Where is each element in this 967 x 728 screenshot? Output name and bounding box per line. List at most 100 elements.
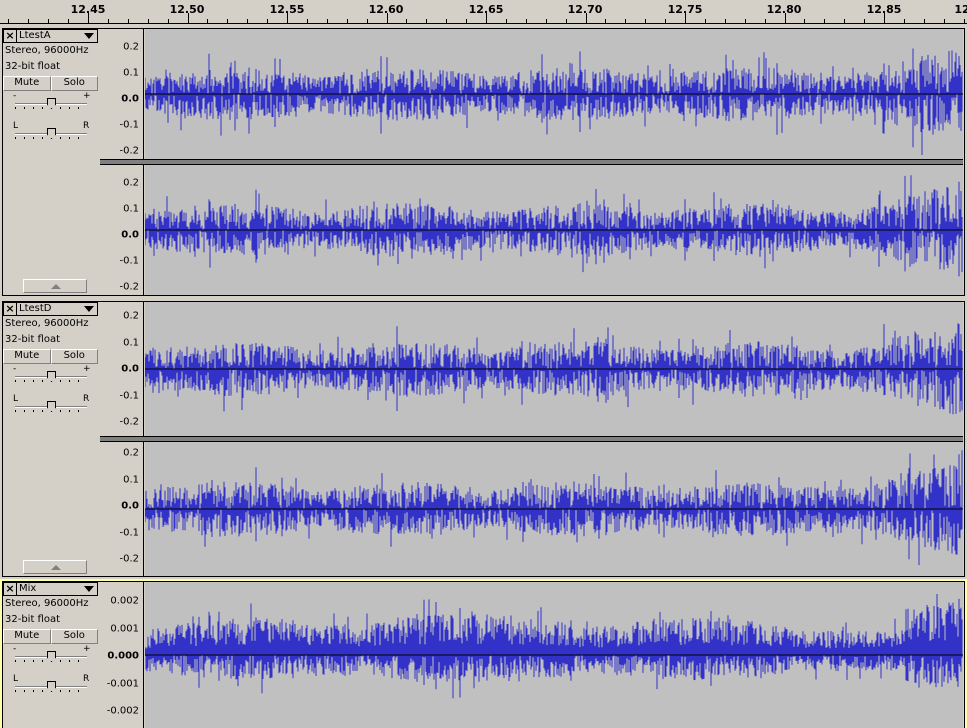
- pan-left-label: L: [13, 674, 19, 684]
- ruler-tick: [247, 19, 248, 23]
- pan-slider[interactable]: L R: [3, 121, 98, 151]
- mute-button[interactable]: Mute: [3, 76, 51, 91]
- solo-button[interactable]: Solo: [50, 349, 98, 364]
- waveform-left-channel[interactable]: [145, 29, 963, 159]
- chevron-down-icon: [84, 33, 94, 39]
- ruler-tick: [546, 19, 547, 23]
- ruler-tick: [347, 19, 348, 23]
- waveform-mix-channel[interactable]: [145, 582, 963, 728]
- scale-label: 0.000: [107, 650, 139, 662]
- ruler-tick: [307, 19, 308, 23]
- scale-label: -0.001: [106, 678, 139, 690]
- ruler-tick: [367, 19, 368, 23]
- close-icon[interactable]: ×: [3, 582, 17, 596]
- gain-min-label: -: [13, 91, 17, 101]
- ruler-tick: [68, 19, 69, 23]
- amplitude-scale: 0.002 0.001 0.000 -0.001 -0.002: [100, 582, 144, 728]
- collapse-up-icon[interactable]: [23, 279, 87, 293]
- scale-label: 0.1: [123, 474, 139, 486]
- gain-slider[interactable]: - +: [3, 644, 98, 674]
- scale-label: 0.2: [123, 447, 139, 459]
- timeline-ruler[interactable]: 12.45 12.50 12.55 12.60 12.65 12.70 12.7…: [0, 0, 967, 24]
- track-control-panel: × LtestA Stereo, 96000Hz 32-bit float Mu…: [3, 29, 98, 295]
- pan-right-label: R: [83, 674, 90, 684]
- ruler-tick: [725, 19, 726, 23]
- track-name: LtestD: [19, 303, 52, 314]
- scale-label: 0.1: [123, 337, 139, 349]
- chevron-down-icon: [84, 586, 94, 592]
- ruler-tick-label: 12.80: [766, 3, 802, 16]
- amplitude-scale: 0.2 0.1 0.0 -0.1 -0.2: [100, 165, 144, 295]
- ruler-tick: [526, 19, 527, 23]
- mute-button[interactable]: Mute: [3, 629, 51, 644]
- waveform-path: [145, 48, 963, 155]
- pan-slider[interactable]: L R: [3, 674, 98, 704]
- ruler-tick-label: 12: [954, 3, 967, 16]
- waveform-graphic: [145, 594, 963, 699]
- track-bit-depth: 32-bit float: [5, 334, 61, 345]
- scale-label: 0.001: [110, 623, 139, 635]
- scale-label: 0.0: [121, 363, 139, 375]
- ruler-tick: [605, 19, 606, 23]
- gain-min-label: -: [13, 644, 17, 654]
- track-control-panel: × Mix Stereo, 96000Hz 32-bit float Mute …: [3, 582, 98, 728]
- gain-min-label: -: [13, 364, 17, 374]
- close-icon[interactable]: ×: [3, 29, 17, 43]
- ruler-tick: [844, 19, 845, 23]
- waveform-graphic: [145, 323, 963, 415]
- scale-label: -0.1: [119, 255, 139, 267]
- solo-button[interactable]: Solo: [50, 76, 98, 91]
- track-format: Stereo, 96000Hz: [5, 45, 89, 56]
- track-format: Stereo, 96000Hz: [5, 318, 89, 329]
- mute-button[interactable]: Mute: [3, 349, 51, 364]
- ruler-tick: [88, 13, 89, 23]
- track-format: Stereo, 96000Hz: [5, 598, 89, 609]
- waveform-path: [145, 175, 963, 277]
- waveform-graphic: [145, 450, 963, 566]
- audio-track-mix[interactable]: × Mix Stereo, 96000Hz 32-bit float Mute …: [0, 579, 967, 728]
- scale-label: 0.2: [123, 177, 139, 189]
- track-menu-button[interactable]: Mix: [17, 582, 98, 596]
- ruler-tick: [466, 19, 467, 23]
- scale-label: -0.002: [106, 705, 139, 717]
- scale-label: 0.002: [110, 595, 139, 607]
- waveform-right-channel[interactable]: [145, 165, 963, 295]
- ruler-tick: [625, 19, 626, 23]
- track-name: Mix: [19, 583, 37, 594]
- gain-slider[interactable]: - +: [3, 91, 98, 121]
- ruler-tick: [207, 19, 208, 23]
- scale-label: 0.1: [123, 203, 139, 215]
- audio-track-ltesta[interactable]: × LtestA Stereo, 96000Hz 32-bit float Mu…: [0, 26, 967, 298]
- pan-left-label: L: [13, 121, 19, 131]
- waveform-graphic: [145, 48, 963, 155]
- waveform-left-channel[interactable]: [145, 302, 963, 436]
- scale-label: -0.1: [119, 390, 139, 402]
- amplitude-scale: 0.2 0.1 0.0 -0.1 -0.2: [100, 302, 144, 436]
- solo-button[interactable]: Solo: [50, 629, 98, 644]
- ruler-tick: [785, 13, 786, 23]
- collapse-up-icon[interactable]: [23, 560, 87, 574]
- ruler-tick: [904, 19, 905, 23]
- scale-label: 0.0: [121, 93, 139, 105]
- scale-label: 0.2: [123, 41, 139, 53]
- track-menu-button[interactable]: LtestD: [17, 302, 98, 316]
- ruler-tick: [765, 19, 766, 23]
- close-icon[interactable]: ×: [3, 302, 17, 316]
- scale-label: -0.2: [119, 145, 139, 157]
- ruler-tick: [685, 13, 686, 23]
- ruler-tick: [48, 19, 49, 23]
- waveform-right-channel[interactable]: [145, 442, 963, 576]
- ruler-tick: [864, 19, 865, 23]
- pan-right-label: R: [83, 394, 90, 404]
- ruler-tick: [745, 19, 746, 23]
- gain-slider[interactable]: - +: [3, 364, 98, 394]
- ruler-tick: [486, 13, 487, 23]
- waveform-path: [145, 450, 963, 566]
- scale-label: -0.1: [119, 119, 139, 131]
- audio-track-ltestd[interactable]: × LtestD Stereo, 96000Hz 32-bit float Mu…: [0, 299, 967, 579]
- gain-max-label: +: [83, 644, 91, 654]
- pan-slider[interactable]: L R: [3, 394, 98, 424]
- waveform-graphic: [145, 175, 963, 277]
- track-menu-button[interactable]: LtestA: [17, 29, 98, 43]
- ruler-tick: [446, 19, 447, 23]
